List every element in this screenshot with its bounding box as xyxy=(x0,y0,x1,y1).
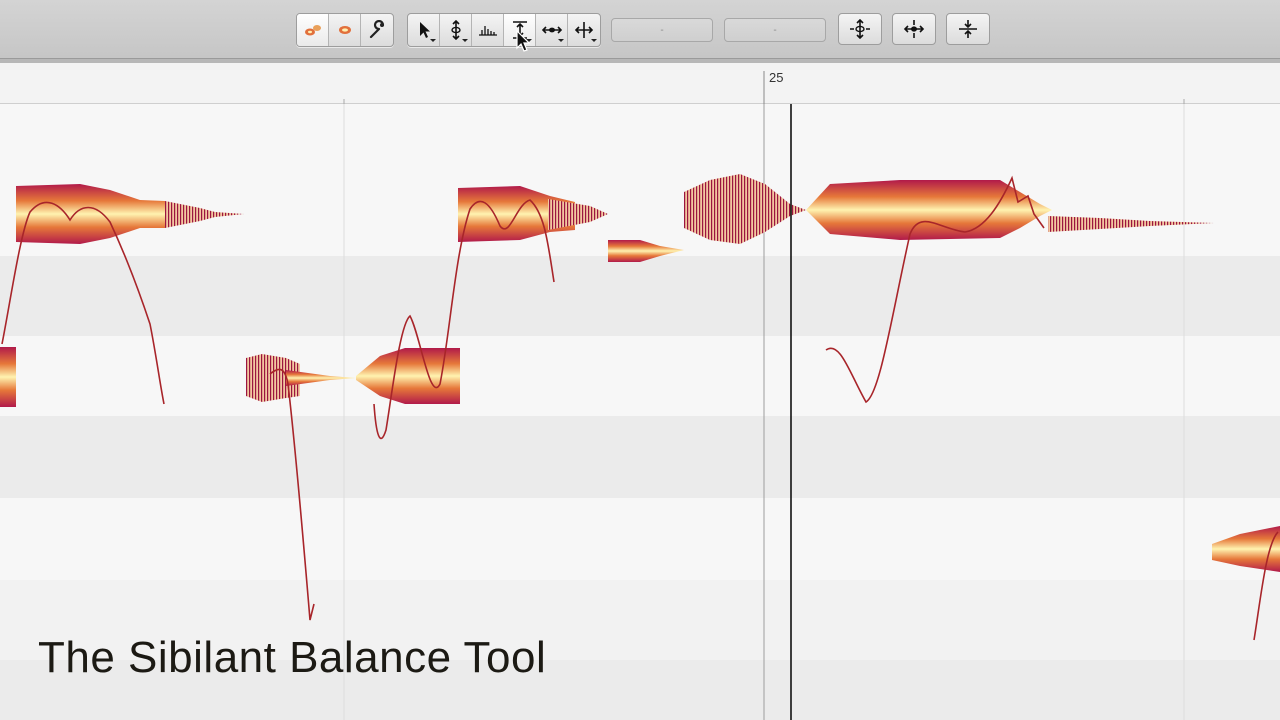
time-tool-button[interactable] xyxy=(536,14,568,46)
video-caption: The Sibilant Balance Tool xyxy=(38,633,547,682)
menu-arrow-icon xyxy=(558,39,564,42)
sibilant-balance-button[interactable] xyxy=(472,14,504,46)
timeline-ruler[interactable] xyxy=(0,63,1280,104)
tool-group-b xyxy=(407,13,601,47)
bar-number-label: 25 xyxy=(769,70,784,85)
quantize-time-icon xyxy=(903,20,925,38)
wrench-icon xyxy=(369,20,385,39)
pitch-tool-button[interactable] xyxy=(440,14,472,46)
tool-group-a xyxy=(296,13,394,47)
time-tool-icon xyxy=(541,26,562,34)
notes-canvas xyxy=(0,104,1280,720)
menu-arrow-icon xyxy=(462,39,468,42)
main-tool-button[interactable] xyxy=(297,14,329,46)
separation-tool-button[interactable] xyxy=(568,14,600,46)
toolbar: - - xyxy=(0,0,1280,59)
quantize-pitch-button[interactable] xyxy=(838,13,882,45)
note-blob[interactable] xyxy=(608,240,684,262)
compress-amplitude-button[interactable] xyxy=(946,13,990,45)
pointer-tool-icon xyxy=(419,22,430,38)
note-blob[interactable] xyxy=(0,347,16,407)
ruler-ticks xyxy=(343,71,1185,104)
mouse-cursor-icon xyxy=(516,30,531,52)
value-field-1[interactable]: - xyxy=(611,18,713,42)
menu-arrow-icon xyxy=(430,39,436,42)
blob-tool-icon xyxy=(338,26,351,34)
sibilant-balance-icon xyxy=(478,26,497,36)
pitch-tool-icon xyxy=(450,20,461,40)
compress-amplitude-icon xyxy=(959,20,977,38)
quantize-pitch-icon xyxy=(850,19,870,39)
note-blob[interactable] xyxy=(246,348,460,404)
pointer-tool-button[interactable] xyxy=(408,14,440,46)
menu-arrow-icon xyxy=(591,39,597,42)
separation-tool-icon xyxy=(574,22,594,38)
blob-tool-button[interactable] xyxy=(329,14,361,46)
quantize-time-button[interactable] xyxy=(892,13,936,45)
note-editor[interactable] xyxy=(0,104,1280,720)
note-blob[interactable] xyxy=(458,186,608,242)
wrench-button[interactable] xyxy=(361,14,393,46)
note-blob[interactable] xyxy=(16,184,244,244)
value-field-2[interactable]: - xyxy=(724,18,826,42)
main-tool-icon xyxy=(304,25,321,36)
